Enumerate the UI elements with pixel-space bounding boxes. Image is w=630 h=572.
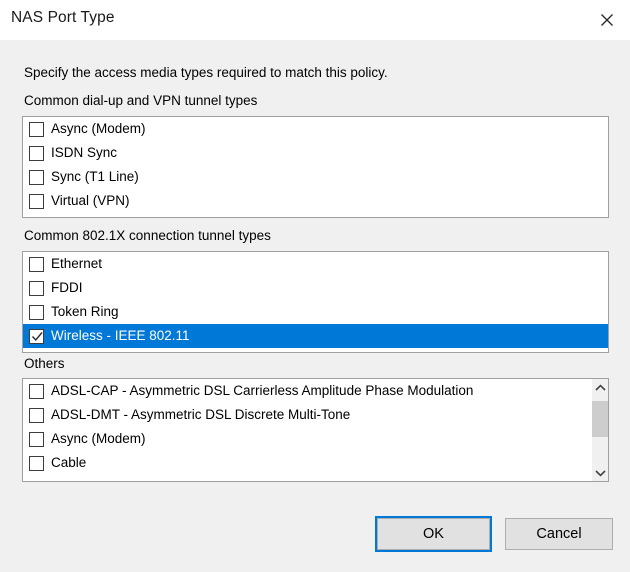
list-item[interactable]: ADSL-CAP - Asymmetric DSL Carrierless Am… — [23, 379, 608, 403]
checkbox-unchecked-icon[interactable] — [29, 169, 44, 185]
ok-button[interactable]: OK — [375, 516, 492, 552]
chevron-up-icon — [594, 383, 606, 391]
checkmark-icon — [31, 331, 43, 341]
list-item-label: Sync (T1 Line) — [51, 169, 139, 185]
list-item[interactable]: Async (Modem) — [23, 117, 608, 141]
list-item[interactable]: Ethernet — [23, 252, 608, 276]
close-icon — [601, 14, 613, 26]
list-item-label: Async (Modem) — [51, 431, 146, 447]
checkbox-unchecked-icon[interactable] — [29, 407, 44, 423]
cancel-button[interactable]: Cancel — [505, 518, 613, 550]
scroll-up-button[interactable] — [592, 379, 608, 396]
dialog-title: NAS Port Type — [11, 9, 115, 26]
group-label-dialup-vpn: Common dial-up and VPN tunnel types — [24, 93, 258, 108]
list-item[interactable]: ISDN Sync — [23, 141, 608, 165]
close-button[interactable] — [584, 0, 630, 40]
checkbox-unchecked-icon[interactable] — [29, 431, 44, 447]
list-item[interactable]: FDDI — [23, 276, 608, 300]
list-item[interactable]: Cable — [23, 451, 608, 475]
scroll-down-button[interactable] — [592, 464, 608, 481]
dialog-body: Specify the access media types required … — [0, 40, 630, 572]
list-item-label: ISDN Sync — [51, 145, 118, 161]
cancel-button-label: Cancel — [536, 526, 582, 542]
scrollbar-vertical[interactable] — [591, 379, 608, 481]
ok-button-label: OK — [423, 526, 444, 542]
group-label-others: Others — [24, 356, 65, 371]
chevron-down-icon — [594, 469, 606, 477]
list-item[interactable]: Virtual (VPN) — [23, 189, 608, 213]
group-label-8021x: Common 802.1X connection tunnel types — [24, 228, 271, 243]
list-item[interactable]: ADSL-DMT - Asymmetric DSL Discrete Multi… — [23, 403, 608, 427]
list-item[interactable]: Token Ring — [23, 300, 608, 324]
list-item[interactable]: Sync (T1 Line) — [23, 165, 608, 189]
list-item[interactable]: Async (Modem) — [23, 427, 608, 451]
list-item-label: FDDI — [51, 280, 83, 296]
list-item-label: Cable — [51, 455, 87, 471]
list-item-label: Wireless - IEEE 802.11 — [51, 328, 190, 344]
checkbox-unchecked-icon[interactable] — [29, 193, 44, 209]
list-item-label: Async (Modem) — [51, 121, 146, 137]
list-item-label: ADSL-DMT - Asymmetric DSL Discrete Multi… — [51, 407, 351, 423]
listbox-dialup-vpn[interactable]: Async (Modem) ISDN Sync Sync (T1 Line) V… — [22, 116, 609, 218]
checkbox-unchecked-icon[interactable] — [29, 304, 44, 320]
listbox-others[interactable]: ADSL-CAP - Asymmetric DSL Carrierless Am… — [22, 378, 609, 482]
checkbox-unchecked-icon[interactable] — [29, 145, 44, 161]
dialog-titlebar: NAS Port Type — [0, 0, 630, 40]
list-item-label: Ethernet — [51, 256, 103, 272]
list-item-selected[interactable]: Wireless - IEEE 802.11 — [23, 324, 608, 348]
listbox-8021x[interactable]: Ethernet FDDI Token Ring Wireless - IEEE… — [22, 251, 609, 353]
list-item-label: Virtual (VPN) — [51, 193, 130, 209]
checkbox-checked-icon[interactable] — [29, 328, 44, 344]
checkbox-unchecked-icon[interactable] — [29, 121, 44, 137]
list-item-label: ADSL-CAP - Asymmetric DSL Carrierless Am… — [51, 383, 474, 399]
scrollbar-thumb[interactable] — [592, 401, 608, 437]
checkbox-unchecked-icon[interactable] — [29, 280, 44, 296]
list-item-label: Token Ring — [51, 304, 119, 320]
checkbox-unchecked-icon[interactable] — [29, 383, 44, 399]
checkbox-unchecked-icon[interactable] — [29, 455, 44, 471]
dialog-description: Specify the access media types required … — [24, 65, 388, 80]
checkbox-unchecked-icon[interactable] — [29, 256, 44, 272]
